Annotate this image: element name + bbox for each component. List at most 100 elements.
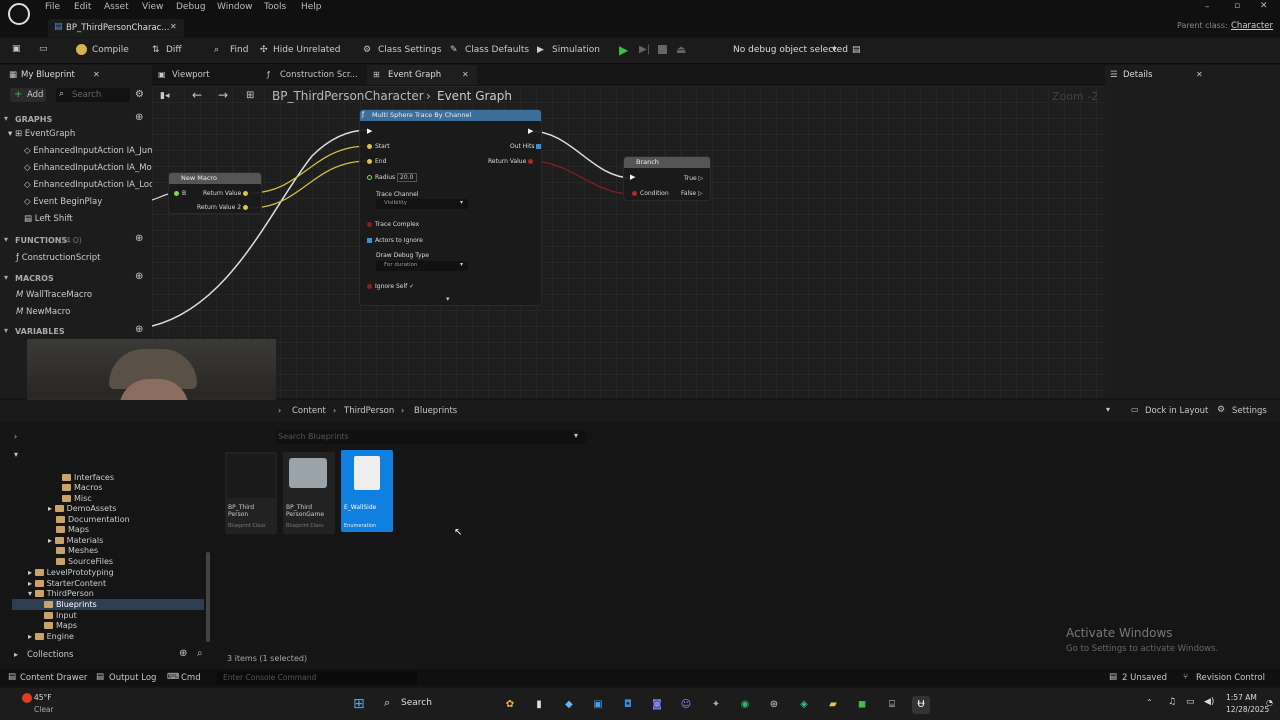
- draw-debug-select[interactable]: For duration ▾: [376, 261, 468, 271]
- minimize-icon[interactable]: –: [1205, 2, 1210, 12]
- graph-item-leftshift[interactable]: ▤ Left Shift: [24, 214, 73, 224]
- folder-documentation[interactable]: Documentation: [56, 515, 130, 524]
- app-icon-2[interactable]: ✦: [707, 696, 725, 714]
- folder-blueprints[interactable]: Blueprints: [44, 600, 97, 609]
- hide-unrelated-button[interactable]: Hide Unrelated: [273, 45, 341, 55]
- graph-item-look[interactable]: ◇ EnhancedInputAction IA_Look: [24, 180, 159, 190]
- diff-button[interactable]: Diff: [166, 45, 182, 55]
- path-blueprints[interactable]: Blueprints: [414, 406, 457, 416]
- app-icon-4[interactable]: ◼: [853, 696, 871, 714]
- folder-maps-2[interactable]: Maps: [44, 621, 77, 630]
- notification-icon[interactable]: ◔: [1266, 698, 1273, 707]
- radius-input[interactable]: 20.0: [397, 173, 417, 182]
- tab-construction-script[interactable]: Construction Scr...: [280, 70, 358, 80]
- folder-levelprototyping[interactable]: ▸ LevelPrototyping: [28, 568, 114, 577]
- app-icon-1[interactable]: ▣: [589, 696, 607, 714]
- save-icon[interactable]: ▣: [12, 44, 21, 54]
- graph-item-beginplay[interactable]: ◇ Event BeginPlay: [24, 197, 102, 207]
- add-variable-icon[interactable]: ⊕: [135, 324, 143, 335]
- variables-header[interactable]: VARIABLES: [15, 327, 65, 336]
- tray-chevron-icon[interactable]: ⌃: [1146, 698, 1153, 707]
- menu-window[interactable]: Window: [217, 2, 253, 12]
- end-pin[interactable]: End: [367, 158, 386, 165]
- macro-item-newmacro[interactable]: M NewMacro: [16, 307, 70, 317]
- simulation-button[interactable]: Simulation: [552, 45, 600, 55]
- parent-class-link[interactable]: Character: [1231, 21, 1273, 31]
- add-graph-icon[interactable]: ⊕: [135, 112, 143, 123]
- add-macro-icon[interactable]: ⊕: [135, 271, 143, 282]
- settings-button[interactable]: Settings: [1232, 406, 1267, 416]
- output-log-button[interactable]: Output Log: [109, 673, 156, 683]
- add-collection-icon[interactable]: ⊕: [179, 648, 187, 659]
- branch-false-pin[interactable]: False ▷: [681, 190, 703, 197]
- folder-blueprints-selected[interactable]: [12, 599, 204, 610]
- content-drawer-button[interactable]: Content Drawer: [20, 673, 87, 683]
- tab-event-graph[interactable]: ⊞ Event Graph ✕: [367, 65, 477, 85]
- search-input[interactable]: ⌕ Search: [56, 88, 130, 102]
- folder-macros[interactable]: Macros: [62, 483, 102, 492]
- weather-temp[interactable]: 45°F: [34, 693, 52, 702]
- mic-icon[interactable]: ♫: [1168, 697, 1176, 707]
- taskbar-search[interactable]: Search: [401, 698, 432, 708]
- settings-gear-icon[interactable]: ⚙: [135, 89, 144, 100]
- step-icon[interactable]: ▶|: [639, 44, 650, 55]
- close-tab-icon[interactable]: ✕: [462, 70, 469, 79]
- trace-complex-pin[interactable]: Trace Complex: [367, 221, 419, 228]
- unreal-logo-icon[interactable]: [8, 3, 30, 25]
- close-tab-icon[interactable]: ✕: [170, 22, 177, 31]
- chevron-right-icon[interactable]: ›: [14, 432, 17, 441]
- ignore-self-pin[interactable]: Ignore Self ✓: [367, 283, 414, 290]
- graph-item-eventgraph[interactable]: ▾ ⊞ EventGraph: [8, 129, 75, 139]
- radius-pin[interactable]: Radius: [367, 174, 395, 181]
- revision-control-button[interactable]: Revision Control: [1196, 673, 1265, 683]
- exec-out-pin[interactable]: ▶: [528, 127, 533, 135]
- close-window-icon[interactable]: ✕: [1260, 1, 1268, 11]
- macro-return-value-pin[interactable]: Return Value: [203, 190, 251, 197]
- path-thirdperson[interactable]: ThirdPerson: [344, 406, 394, 416]
- path-content[interactable]: Content: [292, 406, 326, 416]
- function-item-construction[interactable]: ƒ ConstructionScript: [16, 253, 100, 263]
- folder-meshes[interactable]: Meshes: [56, 546, 98, 555]
- folder-materials[interactable]: ▸ Materials: [48, 536, 103, 545]
- actors-to-ignore-pin[interactable]: Actors to Ignore: [367, 237, 423, 244]
- console-input[interactable]: Enter Console Command: [217, 671, 417, 684]
- folder-misc[interactable]: Misc: [62, 494, 92, 503]
- unreal-taskbar-icon[interactable]: Ʉ: [912, 696, 930, 714]
- network-icon[interactable]: ▭: [1186, 697, 1195, 707]
- event-graph-canvas[interactable]: ▮◂ ← → ⊞ BP_ThirdPersonCharacter › Event…: [152, 86, 1105, 398]
- menu-help[interactable]: Help: [301, 2, 322, 12]
- out-hits-pin[interactable]: Out Hits: [510, 143, 544, 150]
- close-panel-icon[interactable]: ✕: [93, 70, 100, 79]
- branch-exec-in-pin[interactable]: ▶: [630, 173, 635, 181]
- folder-engine[interactable]: ▸ Engine: [28, 632, 74, 641]
- outlook-icon[interactable]: ◘: [619, 696, 637, 714]
- copilot-icon[interactable]: ◆: [560, 696, 578, 714]
- unsaved-button[interactable]: 2 Unsaved: [1122, 673, 1167, 683]
- folder-maps[interactable]: Maps: [56, 525, 89, 534]
- folder-thirdperson[interactable]: ▾ ThirdPerson: [28, 589, 94, 598]
- chevron-down-icon[interactable]: ▾: [1106, 405, 1110, 414]
- folder-interfaces[interactable]: Interfaces: [62, 473, 114, 482]
- macros-header[interactable]: MACROS: [15, 274, 54, 283]
- macro-item-walltrace[interactable]: M WallTraceMacro: [16, 290, 92, 300]
- stop-icon[interactable]: [658, 45, 667, 54]
- expand-chevron-icon[interactable]: ▾: [446, 295, 450, 303]
- eject-icon[interactable]: ⏏: [676, 43, 686, 56]
- discord-icon[interactable]: ☺: [677, 696, 695, 714]
- branch-condition-pin[interactable]: Condition: [632, 190, 669, 197]
- app-icon-5[interactable]: ⌸: [883, 696, 901, 714]
- app-icon-3[interactable]: ◈: [795, 696, 813, 714]
- tree-scrollbar[interactable]: [206, 552, 210, 642]
- cmd-select[interactable]: Cmd: [181, 673, 201, 683]
- start-pin[interactable]: Start: [367, 143, 390, 150]
- collections-header[interactable]: Collections: [27, 650, 73, 660]
- graph-item-move[interactable]: ◇ EnhancedInputAction IA_Move: [24, 163, 162, 173]
- class-defaults-button[interactable]: Class Defaults: [465, 45, 529, 55]
- add-function-icon[interactable]: ⊕: [135, 233, 143, 244]
- menu-view[interactable]: View: [142, 2, 163, 12]
- class-settings-button[interactable]: Class Settings: [378, 45, 441, 55]
- edge-icon[interactable]: ◉: [736, 696, 754, 714]
- folder-demoassets[interactable]: ▸ DemoAssets: [48, 504, 116, 513]
- windows-start-icon[interactable]: ⊞: [353, 696, 365, 712]
- graph-item-jump[interactable]: ◇ EnhancedInputAction IA_Jump: [24, 146, 161, 156]
